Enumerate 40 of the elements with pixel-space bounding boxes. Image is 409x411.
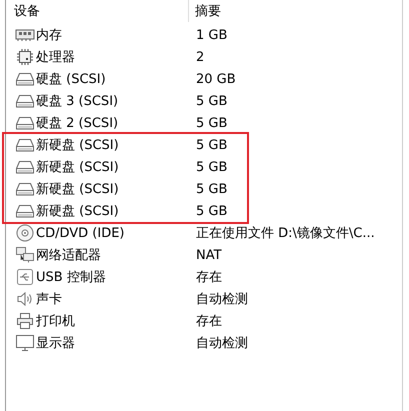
device-summary: 5 GB: [195, 204, 228, 218]
device-name: 硬盘 (SCSI): [36, 71, 106, 88]
device-summary: 自动检测: [195, 291, 248, 308]
device-name: 处理器: [36, 49, 75, 66]
device-name: 网络适配器: [36, 247, 101, 264]
chip-icon: [16, 48, 34, 66]
device-name: 新硬盘 (SCSI): [36, 137, 119, 154]
device-summary: 1 GB: [195, 28, 228, 42]
device-summary: 5 GB: [195, 94, 228, 108]
device-summary: 5 GB: [195, 116, 228, 130]
device-name: 内存: [36, 27, 62, 44]
usb-icon: [16, 268, 34, 286]
network-icon: [15, 246, 35, 264]
device-summary: 5 GB: [195, 160, 228, 174]
device-name: 新硬盘 (SCSI): [36, 203, 119, 220]
device-name: 硬盘 3 (SCSI): [36, 93, 118, 110]
column-header: 设备: [14, 3, 40, 20]
device-summary: 正在使用文件 D:\镜像文件\C...: [195, 225, 375, 242]
device-summary: NAT: [195, 248, 222, 262]
device-summary: 5 GB: [195, 138, 228, 152]
device-name: CD/DVD (IDE): [36, 226, 124, 240]
device-summary: 存在: [195, 313, 222, 330]
device-summary: 2: [195, 50, 204, 64]
device-name: 硬盘 2 (SCSI): [36, 115, 118, 132]
device-summary: 20 GB: [195, 72, 236, 86]
device-name: 打印机: [36, 313, 75, 330]
monitor-icon: [15, 334, 35, 352]
device-name: 声卡: [36, 291, 62, 308]
device-name: 新硬盘 (SCSI): [36, 159, 119, 176]
disc-icon: [16, 224, 34, 242]
speaker-icon: [16, 291, 34, 307]
device-name: 显示器: [36, 335, 75, 352]
device-summary: 5 GB: [195, 182, 228, 196]
device-summary: 自动检测: [195, 335, 248, 352]
device-name: 新硬盘 (SCSI): [36, 181, 119, 198]
printer-icon: [16, 312, 34, 330]
device-summary: 存在: [195, 269, 222, 286]
memory-icon: [15, 28, 35, 42]
column-header: 摘要: [194, 3, 221, 20]
device-name: USB 控制器: [36, 269, 106, 286]
